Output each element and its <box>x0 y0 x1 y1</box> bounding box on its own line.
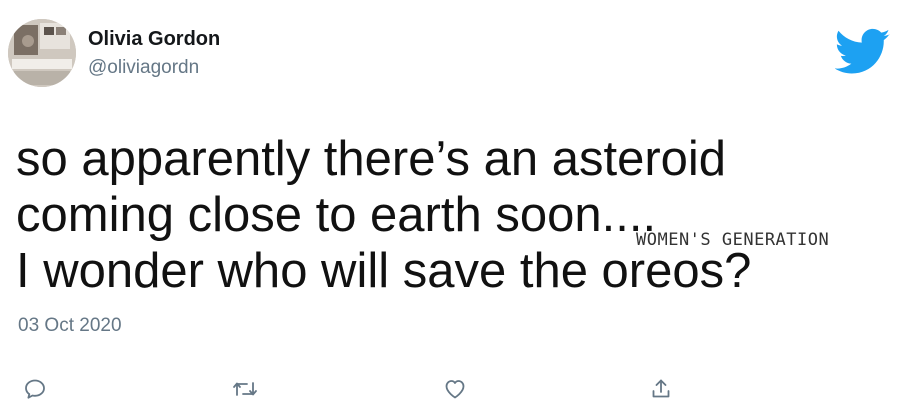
retweet-button[interactable] <box>230 374 260 404</box>
like-button[interactable] <box>440 374 470 404</box>
reply-icon <box>23 377 47 401</box>
retweet-icon <box>232 377 258 401</box>
share-button[interactable] <box>646 374 676 404</box>
tweet-text-line: I wonder who will save the oreos? <box>16 244 752 298</box>
twitter-bird-icon[interactable] <box>834 28 891 76</box>
avatar[interactable] <box>8 19 76 87</box>
tweet-text: so apparently there’s an asteroid coming… <box>16 131 896 299</box>
reply-button[interactable] <box>20 374 50 404</box>
author-handle[interactable]: @oliviagordn <box>88 57 199 79</box>
author-name[interactable]: Olivia Gordon <box>88 28 220 51</box>
watermark: WOMEN'S GENERATION <box>636 230 830 250</box>
tweet-timestamp[interactable]: 03 Oct 2020 <box>18 315 122 337</box>
share-icon <box>649 377 673 401</box>
tweet-text-line: so apparently there’s an asteroid <box>16 132 727 186</box>
tweet-card: Olivia Gordon @oliviagordn so apparently… <box>0 0 914 420</box>
like-icon <box>443 377 467 401</box>
